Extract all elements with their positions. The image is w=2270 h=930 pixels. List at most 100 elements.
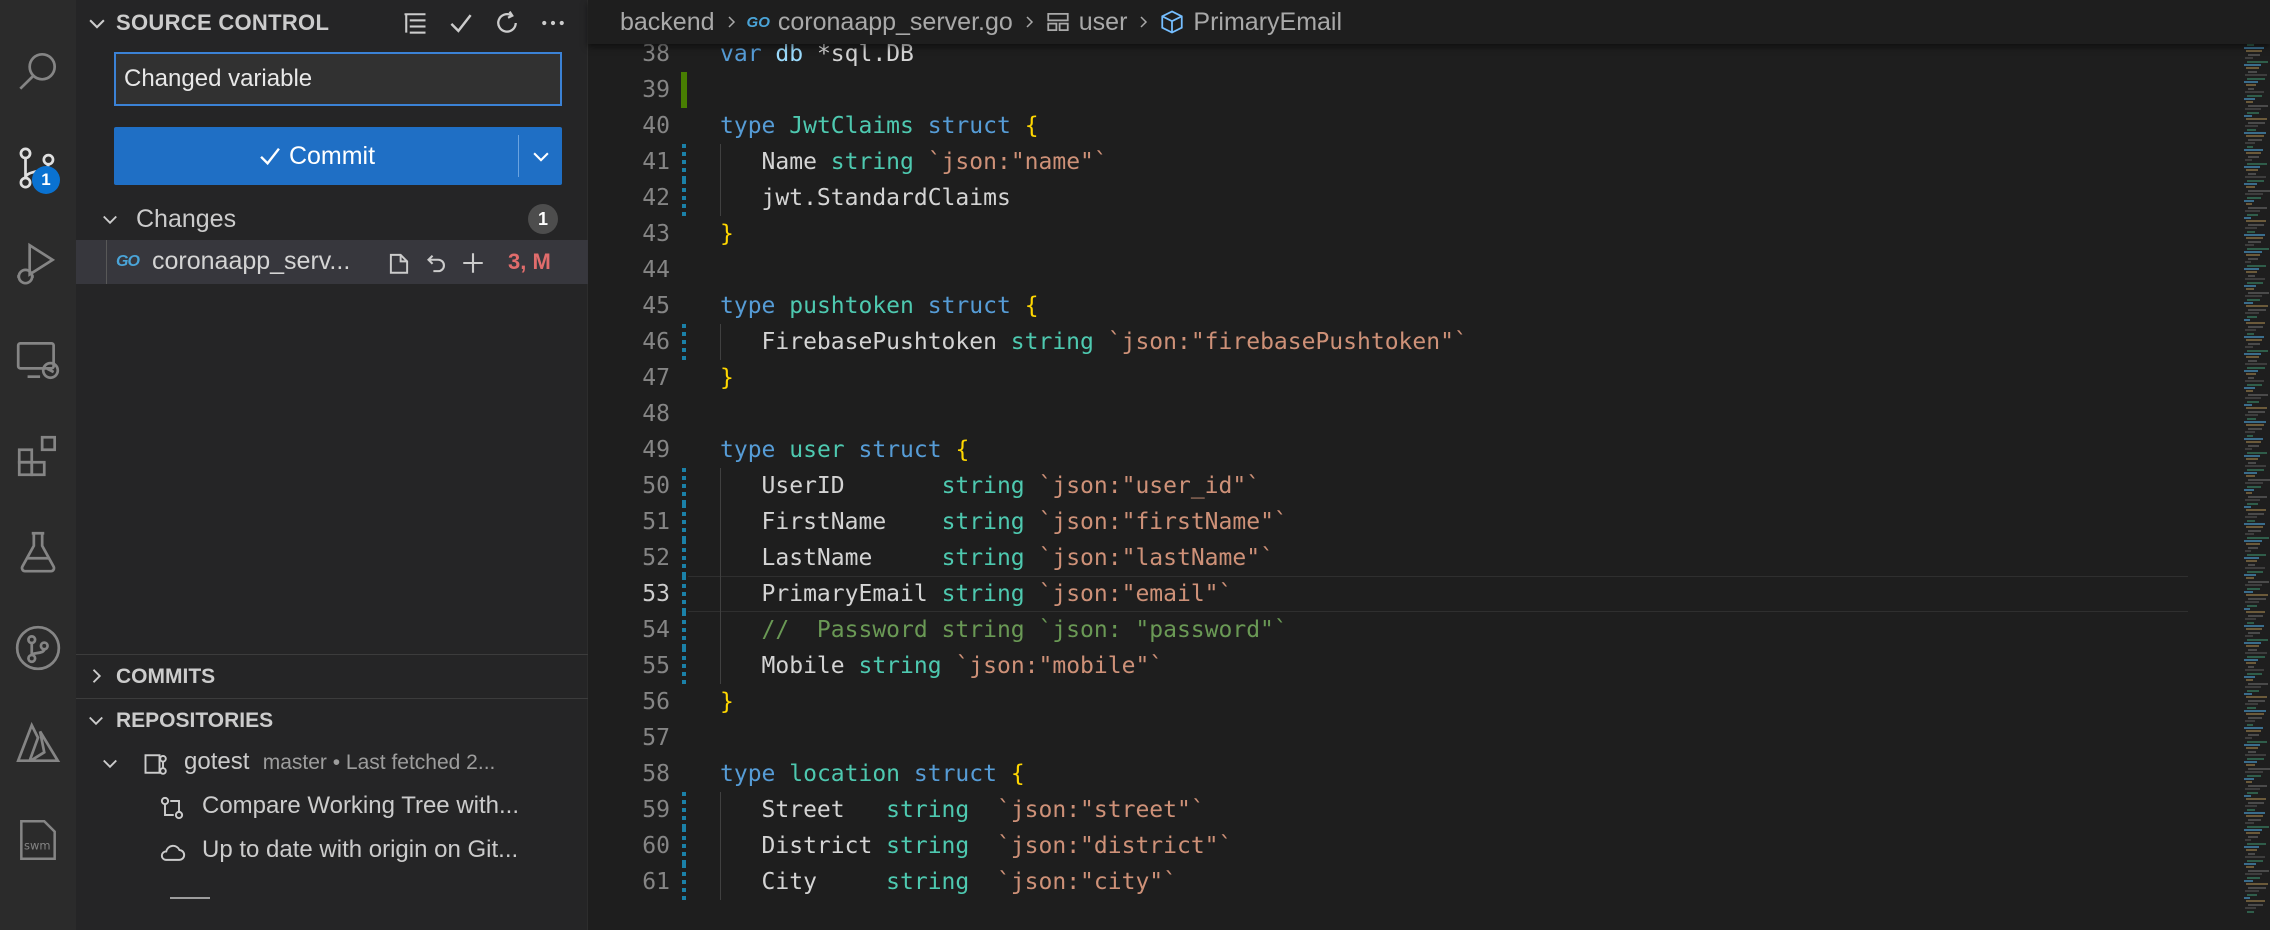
minimap-line (2248, 444, 2259, 447)
minimap-line (2246, 254, 2260, 257)
commit-button[interactable]: Commit (114, 127, 518, 185)
minimap-line (2244, 693, 2252, 695)
commits-section-header[interactable]: COMMITS (76, 654, 588, 696)
minimap-line (2246, 475, 2255, 478)
minimap-line (2247, 332, 2254, 335)
code-line: 54 // Password string `json: "password"` (588, 612, 2270, 648)
minimap-line (2245, 142, 2255, 145)
code-area[interactable]: //// Custom Vars/Structs///// 38var db *… (588, 36, 2270, 930)
minimap-line (2244, 455, 2260, 457)
testing-icon[interactable] (0, 514, 76, 590)
minimap-line (2247, 757, 2264, 760)
minimap-line (2246, 152, 2261, 155)
minimap-line (2245, 601, 2259, 604)
code-text: PrimaryEmail string `json:"email"` (720, 581, 1233, 607)
more-actions-icon[interactable] (536, 6, 570, 40)
minimap-line (2248, 70, 2257, 73)
gutter-modified-marker (682, 324, 686, 360)
minimap-line (2246, 645, 2259, 648)
minimap-line (2248, 716, 2262, 719)
compare-working-tree-item[interactable]: Compare Working Tree with... (76, 786, 588, 828)
minimap-line (2247, 468, 2264, 471)
minimap-line (2246, 815, 2263, 818)
changed-file-item[interactable]: GO coronaapp_serv... 3, M (76, 240, 588, 284)
minimap-line (2245, 363, 2267, 366)
repositories-title: REPOSITORIES (116, 709, 274, 732)
code-text: } (720, 689, 734, 715)
minimap-line (2244, 574, 2256, 576)
run-debug-icon[interactable] (0, 226, 76, 302)
discard-changes-icon[interactable] (420, 248, 450, 278)
line-number: 54 (642, 617, 670, 643)
minimap-line (2247, 791, 2258, 794)
breadcrumb-field[interactable]: PrimaryEmail (1193, 8, 1342, 37)
gutter-added-marker (681, 72, 687, 108)
breadcrumb-struct[interactable]: user (1079, 8, 1128, 37)
minimap-line (2247, 893, 2257, 896)
changes-group[interactable]: Changes 1 (76, 200, 588, 238)
commit-check-icon[interactable] (444, 6, 478, 40)
minimap-line (2247, 689, 2259, 692)
minimap-line (2246, 424, 2264, 427)
code-line: 60 District string `json:"district"` (588, 828, 2270, 864)
minimap-line (2245, 890, 2259, 893)
minimap-line (2244, 744, 2260, 746)
minimap-line (2244, 829, 2262, 831)
minimap-line (2246, 577, 2254, 580)
chevron-down-icon[interactable] (86, 12, 108, 34)
minimap-line (2247, 604, 2257, 607)
minimap-line (2248, 189, 2270, 192)
repository-item[interactable]: gotest master • Last fetched 2... (76, 742, 588, 784)
swimm-icon[interactable]: swm (0, 802, 76, 878)
minimap-line (2245, 567, 2265, 570)
minimap-line (2246, 322, 2265, 325)
chevron-right-icon (92, 669, 102, 683)
azure-icon[interactable] (0, 706, 76, 782)
minimap-line (2244, 251, 2262, 253)
extensions-icon[interactable] (0, 418, 76, 494)
minimap-line (2245, 873, 2262, 876)
minimap[interactable] (2244, 30, 2270, 930)
refresh-icon[interactable] (490, 6, 524, 40)
minimap-line (2248, 376, 2254, 379)
minimap-line (2246, 866, 2254, 869)
commit-message-input[interactable] (114, 52, 562, 106)
stage-changes-icon[interactable] (458, 248, 488, 278)
minimap-line (2246, 135, 2264, 138)
minimap-line (2248, 121, 2265, 124)
minimap-line (2246, 900, 2265, 903)
minimap-line (2245, 737, 2252, 740)
open-file-icon[interactable] (384, 248, 414, 278)
remote-explorer-icon[interactable] (0, 322, 76, 398)
minimap-line (2245, 720, 2255, 723)
minimap-line (2247, 400, 2259, 403)
commit-dropdown-button[interactable] (520, 127, 562, 185)
code-text: Street string `json:"street"` (720, 797, 1205, 823)
field-icon (1161, 10, 1184, 34)
gutter-modified-marker (682, 576, 686, 612)
minimap-line (2245, 652, 2267, 655)
commit-divider (518, 135, 519, 177)
minimap-line (2247, 298, 2260, 301)
minimap-line (2247, 417, 2256, 420)
minimap-line (2247, 60, 2268, 63)
repositories-section-header[interactable]: REPOSITORIES (76, 698, 588, 740)
code-editor[interactable]: backend GO coronaapp_server.go user Prim… (588, 0, 2270, 930)
minimap-line (2244, 217, 2251, 219)
minimap-line (2245, 805, 2257, 808)
search-icon[interactable] (0, 34, 76, 110)
breadcrumb-file[interactable]: coronaapp_server.go (778, 8, 1013, 37)
go-file-icon: GO (116, 253, 140, 270)
git-graph-icon[interactable] (0, 610, 76, 686)
sync-status-item[interactable]: Up to date with origin on Git... (76, 830, 588, 872)
minimap-line (2244, 489, 2254, 491)
source-control-icon[interactable]: 1 (0, 130, 76, 206)
minimap-line (2247, 570, 2263, 573)
view-as-tree-icon[interactable] (398, 6, 432, 40)
breadcrumb-folder[interactable]: backend (620, 8, 715, 37)
minimap-line (2248, 495, 2267, 498)
minimap-line (2245, 414, 2258, 417)
code-line: 58 type location struct { (588, 756, 2270, 792)
minimap-line (2244, 166, 2260, 168)
line-number: 47 (642, 365, 670, 391)
